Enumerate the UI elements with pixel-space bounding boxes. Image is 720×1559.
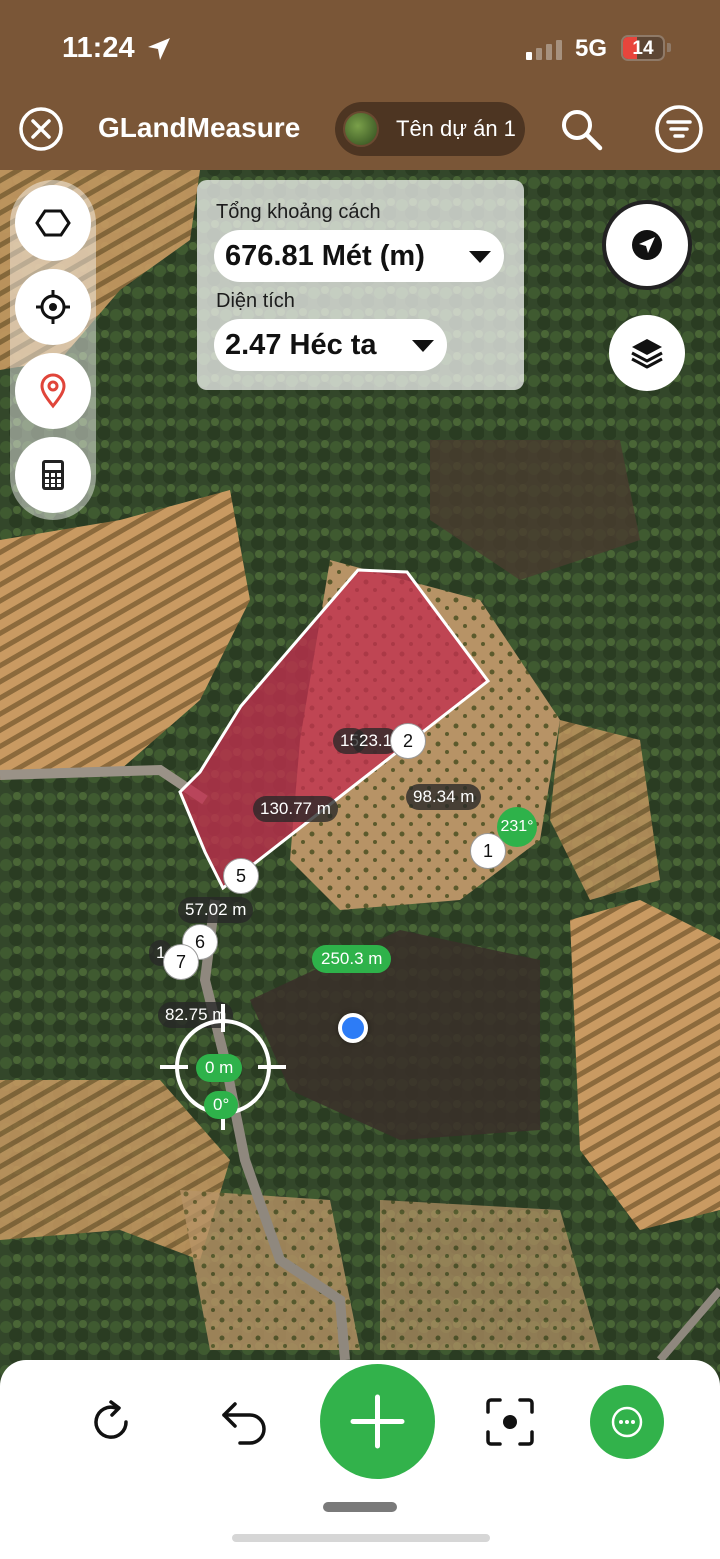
vertex-marker[interactable]: 5 [223, 858, 259, 894]
search-icon[interactable] [558, 106, 604, 152]
vertex-marker[interactable]: 2 [390, 723, 426, 759]
crosshair-icon [36, 290, 70, 324]
status-time: 11:24 [62, 32, 135, 64]
menu-icon[interactable] [654, 104, 704, 154]
more-icon [611, 1406, 643, 1438]
project-selector[interactable]: Tên dự án 1 [335, 102, 525, 156]
chevron-down-icon [469, 251, 491, 263]
area-value: 2.47 Héc ta [225, 329, 377, 361]
battery-cap [667, 43, 671, 52]
location-arrow-icon [148, 38, 170, 60]
battery-percent: 14 [632, 38, 654, 59]
navigate-button[interactable] [602, 200, 692, 290]
left-toolbar [10, 180, 96, 520]
network-type: 5G [575, 35, 608, 62]
location-pin-icon [40, 373, 66, 409]
battery-icon: 14 [621, 35, 665, 61]
project-name: Tên dự án 1 [396, 116, 516, 141]
navigation-icon [632, 230, 662, 260]
focus-icon[interactable] [484, 1396, 536, 1448]
segment-label-bottom: 250.3 m [312, 945, 392, 973]
calculator-icon [42, 460, 64, 490]
measurement-panel: Tổng khoảng cách 676.81 Mét (m) Diện tíc… [197, 180, 524, 390]
distance-label: Tổng khoảng cách [216, 201, 381, 223]
chevron-down-icon [412, 340, 434, 352]
polygon-icon [35, 209, 71, 237]
signal-bars-icon [526, 40, 562, 60]
cursor-distance: 0 m [196, 1054, 243, 1082]
map-layers-button[interactable] [609, 315, 685, 391]
marker-tool-button[interactable] [15, 353, 91, 429]
polygon-tool-button[interactable] [15, 185, 91, 261]
segment-label-left-upper: 57.02 m [178, 897, 254, 923]
area-label: Diện tích [216, 290, 295, 312]
calculator-button[interactable] [15, 437, 91, 513]
add-point-button[interactable] [320, 1364, 435, 1479]
cursor-angle: 0° [204, 1091, 239, 1119]
segment-label-right: 98.34 m [406, 784, 482, 810]
sheet-drag-handle[interactable] [323, 1502, 397, 1512]
layers-icon [631, 339, 663, 369]
status-bar: 11:24 5G 14 [0, 0, 720, 98]
project-thumbnail [343, 111, 379, 147]
locate-tool-button[interactable] [15, 269, 91, 345]
area-unit-dropdown[interactable]: 2.47 Héc ta [214, 319, 447, 371]
vertex-marker[interactable]: 7 [163, 944, 199, 980]
more-options-button[interactable] [590, 1385, 664, 1459]
add-icon [350, 1394, 405, 1449]
redo-icon[interactable] [86, 1397, 136, 1447]
segment-label-top: 130.77 m [253, 796, 338, 822]
current-location-dot [338, 1013, 368, 1043]
undo-icon[interactable] [218, 1395, 272, 1449]
distance-unit-dropdown[interactable]: 676.81 Mét (m) [214, 230, 504, 282]
app-title: GLandMeasure [98, 112, 301, 143]
angle-badge: 231° [497, 807, 537, 847]
close-icon[interactable] [18, 106, 64, 152]
distance-value: 676.81 Mét (m) [225, 240, 425, 272]
home-indicator[interactable] [232, 1534, 490, 1542]
app-header: 11:24 5G 14 GLandMeasure Tên dự án 1 [0, 0, 720, 170]
